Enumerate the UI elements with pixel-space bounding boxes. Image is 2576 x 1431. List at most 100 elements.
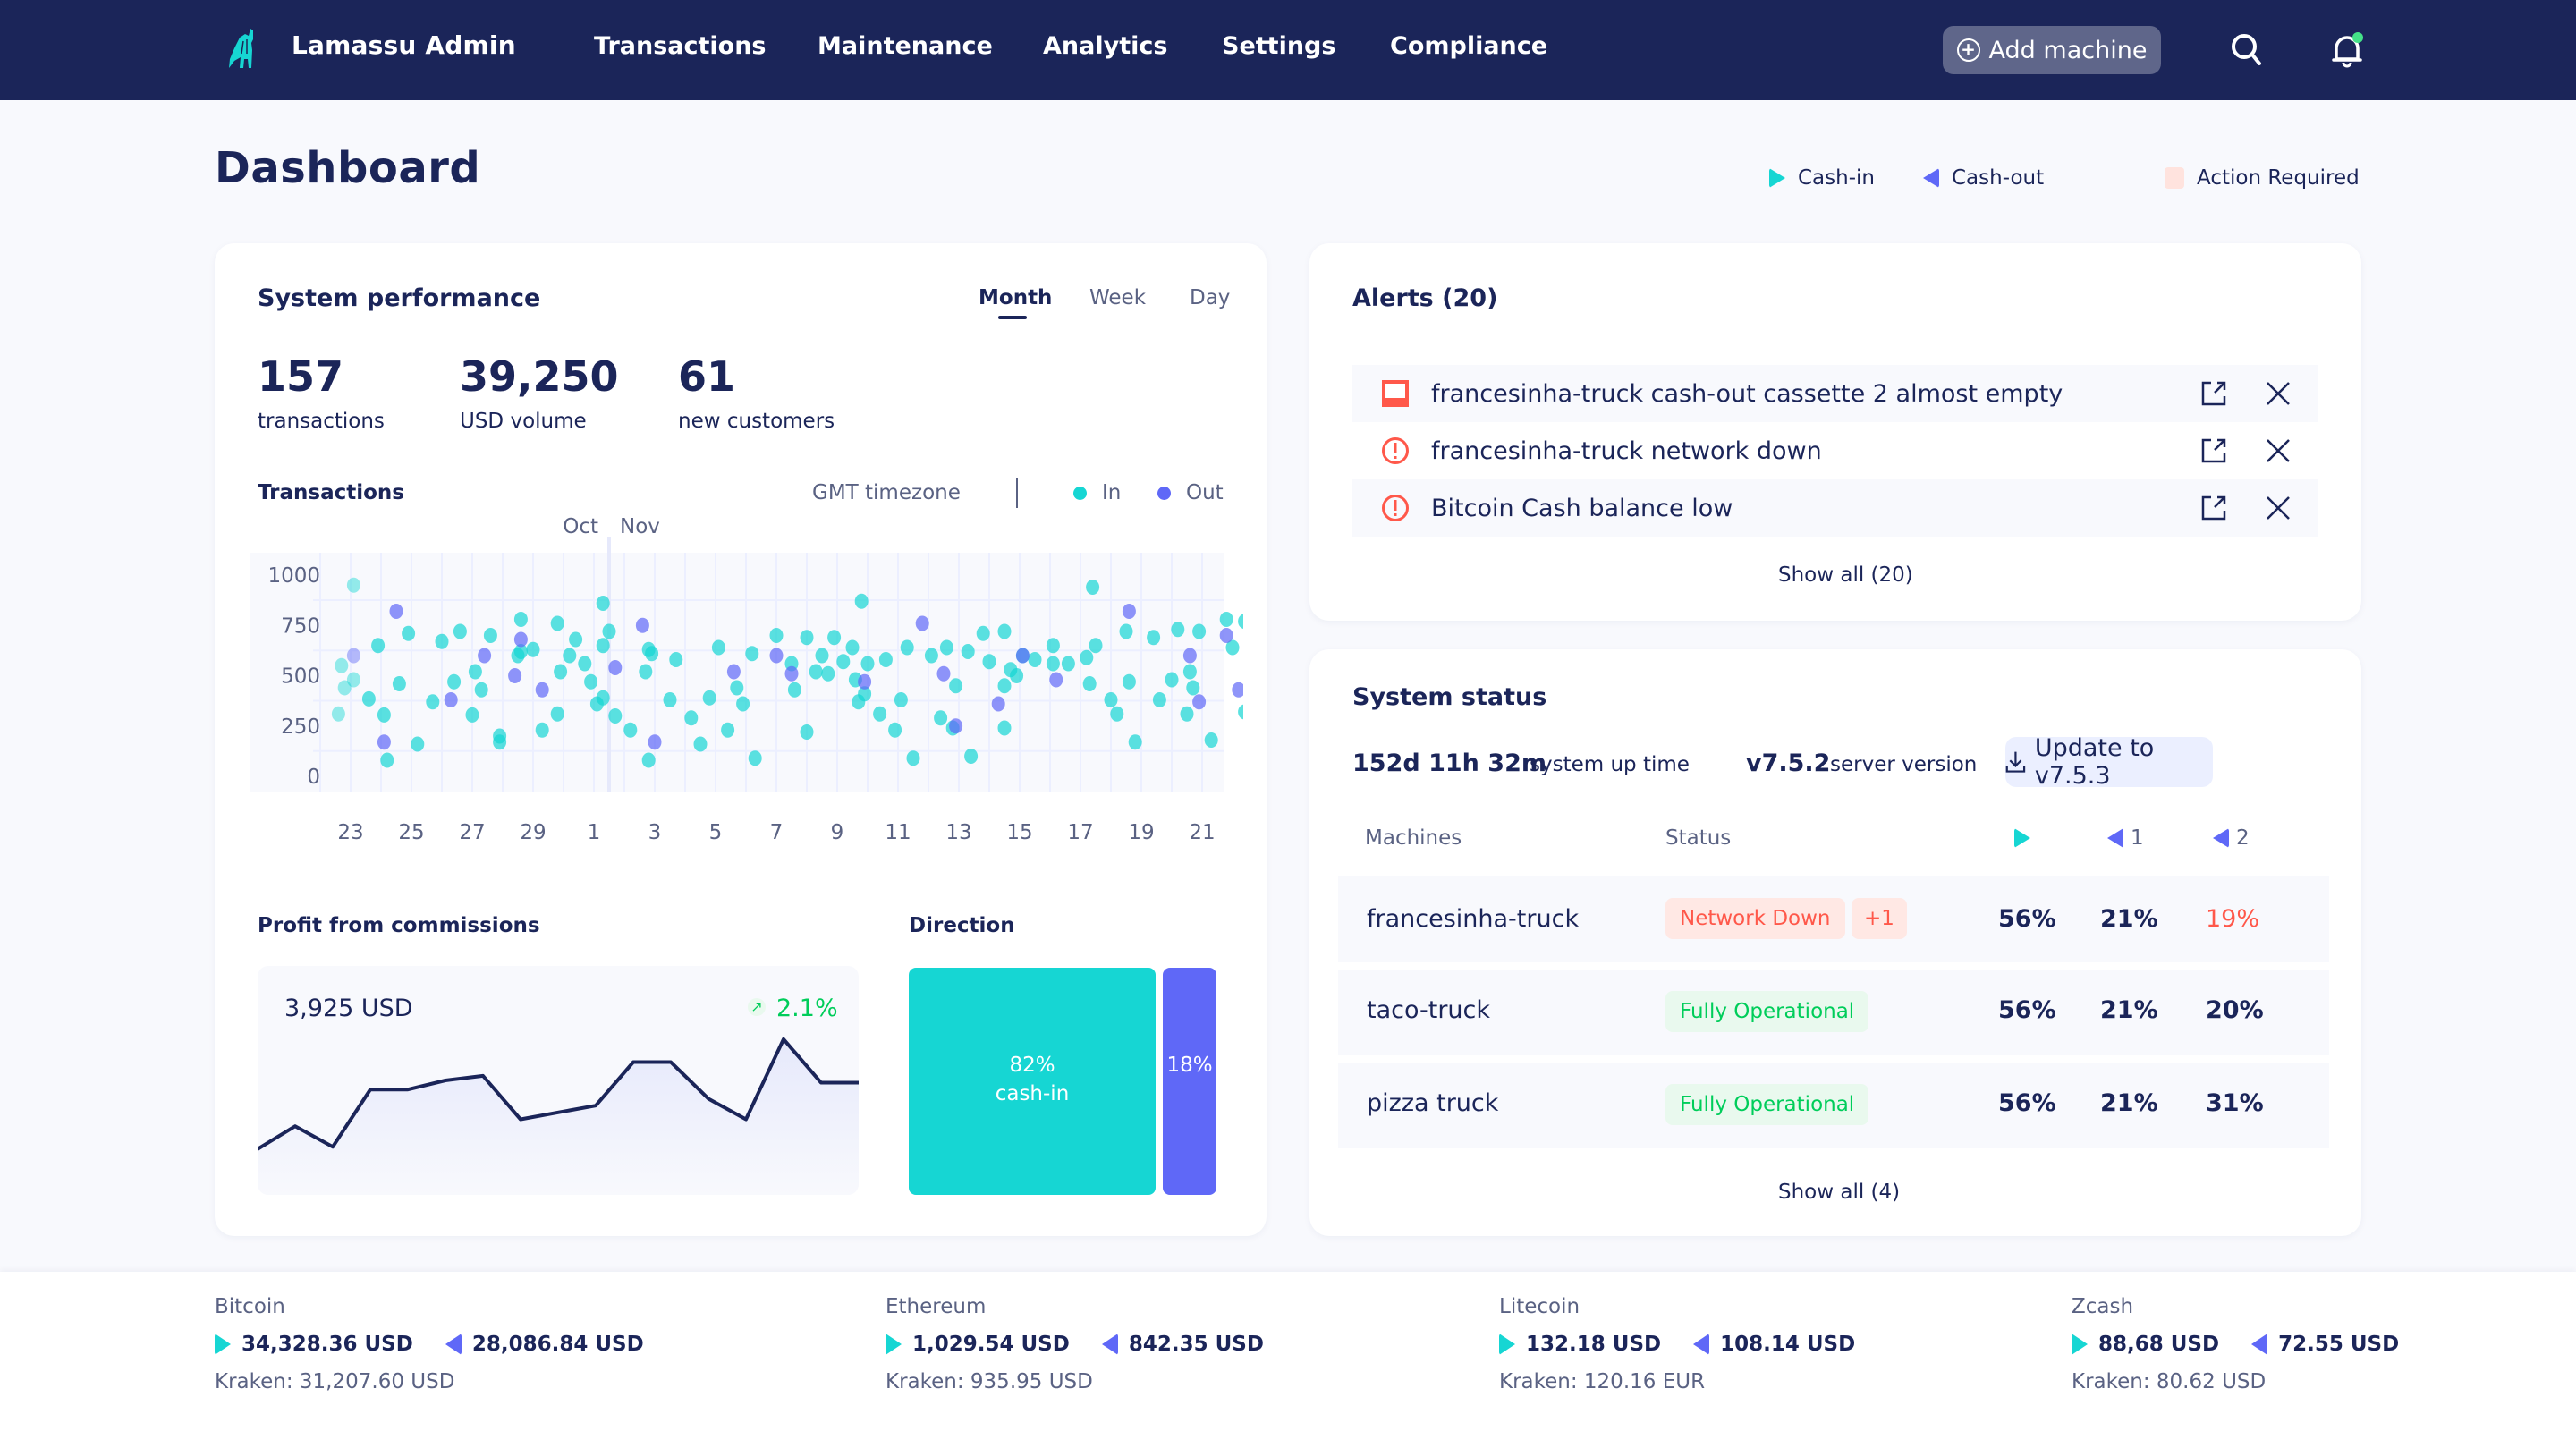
- legend-cash-in: Cash-in: [1769, 166, 1875, 190]
- data-point-in: [1119, 623, 1133, 639]
- legend-out-label: Out: [1186, 481, 1224, 504]
- add-machine-button[interactable]: + Add machine: [1943, 26, 2161, 74]
- x-tick-label: 19: [1128, 821, 1154, 844]
- data-point-in: [939, 639, 953, 656]
- cash-in-pct: 56%: [1998, 905, 2056, 933]
- app-name[interactable]: Lamassu Admin: [292, 30, 516, 60]
- dismiss-close-icon[interactable]: [2263, 493, 2293, 523]
- system-performance-title: System performance: [258, 284, 541, 312]
- kpi-volume-label: USD volume: [460, 410, 587, 433]
- cassette2-pct: 31%: [2206, 1089, 2264, 1117]
- data-point-out: [726, 664, 741, 680]
- data-point-out: [936, 665, 951, 682]
- cash-out-icon: [1923, 168, 1939, 188]
- tab-month[interactable]: Month: [979, 286, 1052, 309]
- open-external-icon[interactable]: [2199, 493, 2229, 523]
- data-point-in: [1104, 692, 1118, 707]
- nav-item-compliance[interactable]: Compliance: [1390, 32, 1547, 60]
- alerts-show-all-link[interactable]: Show all (20): [1778, 563, 1913, 587]
- tab-day[interactable]: Day: [1190, 286, 1230, 309]
- open-external-icon[interactable]: [2199, 436, 2229, 466]
- data-point-out: [508, 668, 522, 683]
- alert-item[interactable]: francesinha-truck network down: [1352, 422, 2318, 479]
- data-point-in: [346, 672, 360, 688]
- data-point-in: [1238, 614, 1243, 630]
- month-label-oct: Oct: [563, 515, 598, 538]
- cash-out-icon: [2251, 1334, 2268, 1355]
- exchange-price: Kraken: 120.16 EUR: [1499, 1370, 1706, 1393]
- column-header-status[interactable]: Status: [1665, 826, 1731, 850]
- data-point-in: [800, 724, 814, 740]
- alert-item[interactable]: Bitcoin Cash balance low: [1352, 479, 2318, 537]
- nav-item-settings[interactable]: Settings: [1222, 32, 1335, 60]
- data-point-out: [608, 660, 623, 675]
- dismiss-close-icon[interactable]: [2263, 436, 2293, 466]
- open-external-icon[interactable]: [2199, 378, 2229, 409]
- data-point-in: [745, 646, 759, 662]
- uptime-value: 152d 11h 32m: [1352, 749, 1546, 777]
- data-point-in: [961, 644, 975, 659]
- machines-show-all-link[interactable]: Show all (4): [1778, 1181, 1900, 1204]
- update-server-button[interactable]: Update to v7.5.3: [2005, 734, 2213, 790]
- alert-item[interactable]: francesinha-truck cash-out cassette 2 al…: [1352, 365, 2318, 422]
- search-icon[interactable]: [2225, 29, 2268, 72]
- nav-item-maintenance[interactable]: Maintenance: [818, 32, 993, 60]
- exchange-price: Kraken: 31,207.60 USD: [215, 1370, 455, 1393]
- data-point-in: [392, 676, 406, 691]
- x-tick-label: 3: [648, 821, 662, 844]
- x-tick-label: 11: [885, 821, 911, 844]
- download-icon: [2005, 751, 2026, 773]
- legend-in-dot-icon: [1073, 487, 1087, 500]
- warning-icon: [1382, 437, 1409, 464]
- direction-out-pct: 18%: [1166, 1054, 1213, 1077]
- lamassu-logo-icon[interactable]: [227, 27, 263, 70]
- dismiss-close-icon[interactable]: [2263, 378, 2293, 409]
- data-point-out: [1219, 628, 1233, 643]
- y-tick-label: 0: [307, 766, 320, 789]
- uptime-label: system up time: [1530, 753, 1690, 776]
- data-point-in: [982, 654, 996, 670]
- nav-item-transactions[interactable]: Transactions: [594, 32, 767, 60]
- machine-row[interactable]: taco-truck Fully Operational 56% 21% 20%: [1338, 970, 2329, 1055]
- data-point-in: [554, 664, 568, 680]
- y-tick-label: 500: [281, 665, 320, 689]
- kpi-customers-value: 61: [678, 352, 736, 401]
- legend-cash-out-label: Cash-out: [1952, 166, 2045, 190]
- nav-item-analytics[interactable]: Analytics: [1043, 32, 1167, 60]
- data-point-in: [860, 656, 875, 672]
- data-point-in: [663, 692, 677, 707]
- column-header-machines[interactable]: Machines: [1365, 826, 1462, 850]
- cash-in-pct: 56%: [1998, 1089, 2056, 1117]
- cassette1-pct: 21%: [2100, 996, 2158, 1024]
- data-point-in: [1238, 704, 1243, 720]
- extra-status-badge[interactable]: +1: [1852, 898, 1907, 939]
- data-point-in: [1046, 638, 1060, 654]
- cassette1-pct: 21%: [2100, 1089, 2158, 1117]
- data-point-in: [997, 678, 1012, 694]
- data-point-out: [769, 648, 784, 664]
- data-point-out: [346, 648, 360, 664]
- direction-title: Direction: [909, 914, 1015, 937]
- data-point-out: [377, 734, 391, 750]
- data-point-in: [1152, 692, 1166, 707]
- notification-bell-icon[interactable]: [2326, 29, 2368, 72]
- machine-row[interactable]: pizza truck Fully Operational 56% 21% 31…: [1338, 1063, 2329, 1148]
- data-point-in: [1165, 672, 1179, 688]
- data-point-out: [444, 692, 458, 707]
- data-point-in: [474, 682, 488, 698]
- data-point-in: [906, 750, 920, 766]
- legend-in-label: In: [1102, 481, 1122, 504]
- machine-row[interactable]: francesinha-truck Network Down +1 56% 21…: [1338, 876, 2329, 962]
- tab-week[interactable]: Week: [1089, 286, 1146, 309]
- data-point-in: [550, 615, 564, 631]
- x-tick-label: 27: [459, 821, 485, 844]
- data-point-in: [1010, 668, 1024, 683]
- data-point-in: [639, 664, 653, 680]
- y-tick-label: 250: [281, 716, 320, 739]
- data-point-out: [915, 615, 929, 631]
- data-point-in: [1219, 612, 1233, 627]
- cash-in-icon: [1769, 168, 1785, 188]
- data-point-in: [934, 710, 948, 726]
- data-point-in: [949, 678, 963, 694]
- coin-rate-bitcoin: Bitcoin 34,328.36 USD 28,086.84 USD Krak…: [215, 1295, 644, 1393]
